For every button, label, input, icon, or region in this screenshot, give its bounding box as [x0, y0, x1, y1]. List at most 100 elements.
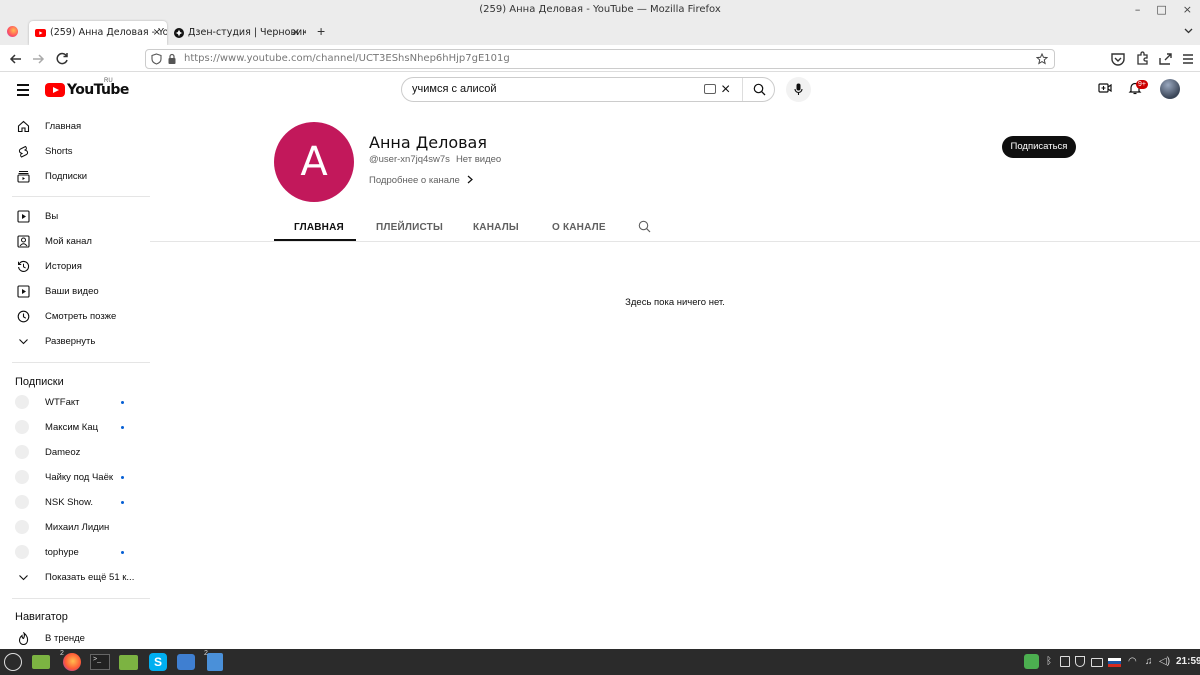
music-note-icon[interactable]: ♫ — [1145, 656, 1153, 667]
wifi-icon[interactable]: ◠ — [1128, 656, 1137, 667]
new-content-dot — [121, 551, 124, 554]
back-arrow-icon[interactable] — [6, 49, 26, 69]
sidebar-item-trending[interactable]: В тренде — [0, 626, 150, 649]
firefox-taskbar-icon[interactable] — [63, 653, 81, 671]
subscription-avatar — [15, 495, 29, 509]
mint-menu-icon[interactable] — [4, 653, 22, 671]
reload-icon[interactable] — [52, 49, 72, 69]
search-input[interactable]: учимся с алисой — [412, 83, 497, 95]
shield-tray-icon[interactable] — [1075, 656, 1085, 667]
create-video-icon[interactable] — [1098, 81, 1112, 95]
sidebar-subscription-item[interactable]: Михаил Лидин — [0, 515, 150, 540]
taskbar: 2 >_ S 2 ᛒ ◠ ♫ ◁) 21:59 — [0, 649, 1200, 675]
sidebar-item-show-more[interactable]: Показать ещё 51 к... — [0, 565, 150, 590]
channel-about-link[interactable]: Подробнее о канале — [369, 175, 474, 186]
bluetooth-icon[interactable]: ᛒ — [1046, 656, 1052, 667]
printer-icon[interactable] — [1091, 658, 1103, 667]
sidebar-item-subscriptions[interactable]: Подписки — [0, 164, 150, 189]
sidebar-subscription-item[interactable]: Максим Кац — [0, 415, 150, 440]
sidebar-item-watch-later[interactable]: Смотреть позже — [0, 304, 150, 329]
tab-channels[interactable]: КАНАЛЫ — [473, 222, 519, 233]
clear-search-icon[interactable]: × — [721, 78, 730, 101]
url-text: https://www.youtube.com/channel/UCT3EShs… — [184, 53, 510, 64]
tab-home[interactable]: ГЛАВНАЯ — [294, 222, 344, 233]
terminal-icon[interactable]: >_ — [90, 654, 110, 670]
files-icon[interactable] — [119, 655, 138, 670]
account-avatar[interactable] — [1160, 79, 1180, 99]
subscription-avatar — [15, 395, 29, 409]
sidebar-item-shorts[interactable]: Shorts — [0, 139, 150, 164]
window-titlebar: (259) Анна Деловая - YouTube — Mozilla F… — [0, 0, 1200, 19]
channel-meta: @user-xn7jq4sw7s Нет видео — [369, 154, 501, 165]
screenshot-icon[interactable] — [177, 654, 195, 670]
channel-video-count: Нет видео — [455, 154, 502, 165]
tab-list-chevron-icon[interactable] — [1184, 28, 1193, 34]
update-shield-icon[interactable] — [1024, 654, 1039, 669]
editor-window-count: 2 — [204, 650, 208, 657]
sidebar: Главная Shorts Подписки Вы Мой канал Ист… — [0, 108, 150, 649]
new-content-dot — [121, 426, 124, 429]
skype-icon[interactable]: S — [149, 653, 167, 671]
empty-state-message: Здесь пока ничего нет. — [625, 297, 725, 308]
voice-search-button[interactable] — [786, 77, 811, 102]
firefox-view-icon[interactable] — [7, 26, 18, 37]
sidebar-item-my-channel[interactable]: Мой канал — [0, 229, 150, 254]
tab-playlists[interactable]: ПЛЕЙЛИСТЫ — [376, 222, 443, 233]
navigator-heading: Навигатор — [15, 611, 68, 623]
trending-icon — [18, 632, 29, 645]
youtube-play-icon — [45, 83, 65, 97]
shield-icon[interactable] — [151, 53, 162, 65]
home-icon — [17, 120, 30, 133]
sidebar-subscription-item[interactable]: Чайку под Чаёк — [0, 465, 150, 490]
new-tab-button[interactable]: + — [317, 23, 325, 39]
sidebar-subscription-item[interactable]: Dameoz — [0, 440, 150, 465]
close-window-button[interactable]: × — [1183, 0, 1192, 19]
clipboard-icon[interactable] — [1060, 656, 1070, 667]
volume-icon[interactable]: ◁) — [1159, 656, 1170, 667]
taskbar-clock: 21:59 — [1176, 656, 1200, 667]
text-editor-icon[interactable] — [207, 653, 223, 671]
search-box[interactable]: учимся с алисой × — [401, 77, 775, 102]
show-desktop-icon[interactable] — [32, 655, 50, 669]
pocket-icon[interactable] — [1108, 49, 1128, 69]
forward-arrow-icon[interactable] — [28, 49, 48, 69]
extensions-icon[interactable] — [1132, 49, 1152, 69]
search-button[interactable] — [742, 78, 776, 101]
keyboard-icon[interactable] — [704, 84, 716, 94]
new-content-dot — [121, 501, 124, 504]
tab-close-icon[interactable]: × — [292, 21, 300, 45]
tab-close-icon[interactable]: × — [153, 21, 161, 45]
sidebar-subscription-item[interactable]: tophype — [0, 540, 150, 565]
sidebar-item-you[interactable]: Вы — [0, 204, 150, 229]
window-controls: – □ × — [1135, 0, 1192, 19]
minimize-button[interactable]: – — [1135, 0, 1141, 19]
subscription-avatar — [15, 445, 29, 459]
maximize-button[interactable]: □ — [1156, 0, 1166, 19]
youtube-header: YouTube RU учимся с алисой × 9+ — [0, 72, 1200, 108]
sidebar-item-your-videos[interactable]: Ваши видео — [0, 279, 150, 304]
subscriptions-heading: Подписки — [15, 376, 64, 388]
sidebar-divider — [12, 196, 150, 197]
sidebar-subscription-item[interactable]: WTFакт — [0, 390, 150, 415]
sidebar-item-history[interactable]: История — [0, 254, 150, 279]
subscribe-button[interactable]: Подписаться — [1002, 136, 1076, 158]
menu-icon[interactable] — [1178, 49, 1198, 69]
hamburger-menu-icon[interactable] — [17, 84, 29, 99]
tab-dzen[interactable]: Дзен-студия | Черновик | × — [168, 21, 306, 45]
url-bar[interactable]: https://www.youtube.com/channel/UCT3EShs… — [145, 49, 1055, 69]
youtube-logo[interactable]: YouTube RU — [45, 78, 129, 98]
sidebar-item-home[interactable]: Главная — [0, 114, 150, 139]
tab-about[interactable]: О КАНАЛЕ — [552, 222, 606, 233]
new-content-dot — [121, 401, 124, 404]
channel-search-icon[interactable] — [638, 220, 651, 233]
tab-youtube[interactable]: (259) Анна Деловая - YouT × — [29, 21, 167, 45]
lock-icon[interactable] — [167, 53, 177, 65]
bookmark-star-icon[interactable] — [1036, 53, 1048, 65]
share-icon[interactable] — [1156, 49, 1176, 69]
language-flag-icon[interactable] — [1108, 658, 1121, 667]
sidebar-item-expand[interactable]: Развернуть — [0, 329, 150, 354]
sidebar-divider — [12, 598, 150, 599]
channel-avatar: А — [274, 122, 354, 202]
sidebar-subscription-item[interactable]: NSK Show. — [0, 490, 150, 515]
browser-navbar: https://www.youtube.com/channel/UCT3EShs… — [0, 45, 1200, 72]
